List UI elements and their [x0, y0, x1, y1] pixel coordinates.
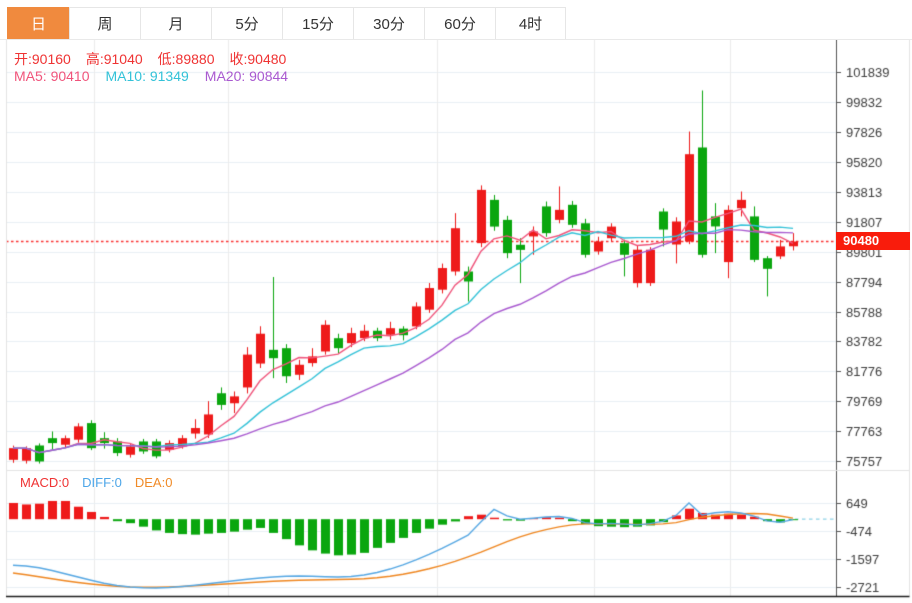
tab-5min[interactable]: 5分	[211, 7, 282, 40]
tab-15min[interactable]: 15分	[282, 7, 353, 40]
tab-week[interactable]: 周	[69, 7, 140, 40]
period-tabbar: 日周月5分15分30分60分4时	[7, 7, 566, 40]
tab-day[interactable]: 日	[7, 7, 69, 40]
tab-4hour[interactable]: 4时	[495, 7, 566, 40]
kline-chart-canvas[interactable]	[0, 40, 912, 603]
tab-60min[interactable]: 60分	[424, 7, 495, 40]
current-price-badge: 90480	[836, 232, 910, 250]
kline-chart-app: 日周月5分15分30分60分4时 开:90160高:91040低:89880收:…	[0, 0, 912, 603]
tab-30min[interactable]: 30分	[353, 7, 424, 40]
tab-month[interactable]: 月	[140, 7, 211, 40]
